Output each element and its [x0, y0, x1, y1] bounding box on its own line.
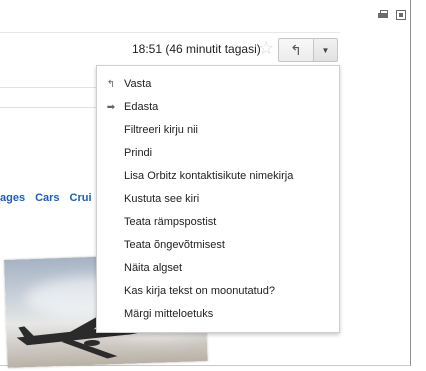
menu-item-report-phishing[interactable]: Teata õngevõtmisest [97, 234, 339, 257]
nav-link-cars[interactable]: Cars [35, 192, 59, 204]
menu-item-add-contact[interactable]: Lisa Orbitz kontaktisikute nimekirja [97, 165, 339, 188]
menu-item-filter[interactable]: Filtreeri kirju nii [97, 119, 339, 142]
menu-item-label: Prindi [124, 147, 153, 159]
menu-item-label: Lisa Orbitz kontaktisikute nimekirja [124, 170, 294, 182]
menu-item-label: Märgi mitteloetuks [124, 308, 214, 320]
divider [0, 87, 96, 88]
new-window-icon[interactable] [396, 10, 406, 20]
menu-item-label: Teata õngevõtmisest [124, 239, 225, 251]
menu-item-delete[interactable]: Kustuta see kiri [97, 188, 339, 211]
menu-item-label: Kas kirja tekst on moonutatud? [124, 285, 276, 297]
forward-icon: ➡ [106, 102, 116, 113]
reply-button[interactable]: ↰ [278, 38, 314, 62]
menu-item-mark-unread[interactable]: Märgi mitteloetuks [97, 303, 339, 326]
divider [0, 32, 340, 33]
chevron-down-icon: ▼ [321, 45, 330, 55]
more-actions-button[interactable]: ▼ [314, 38, 338, 62]
message-timestamp: 18:51 (46 minutit tagasi) [132, 42, 261, 56]
top-toolbar [378, 10, 406, 20]
print-icon[interactable] [378, 10, 388, 19]
menu-item-label: Filtreeri kirju nii [124, 124, 198, 136]
menu-item-label: Kustuta see kiri [124, 193, 200, 205]
menu-item-show-original[interactable]: Näita algset [97, 257, 339, 280]
menu-item-label: Vasta [124, 78, 152, 90]
message-actions-menu: ↰ Vasta ➡ Edasta Filtreeri kirju nii Pri… [96, 65, 340, 333]
reply-icon: ↰ [290, 41, 302, 58]
menu-item-label: Teata rämpspostist [124, 216, 217, 228]
menu-item-label: Edasta [124, 101, 159, 113]
menu-item-reply[interactable]: ↰ Vasta [97, 73, 339, 96]
reply-icon: ↰ [106, 79, 116, 90]
nav-link-cruises[interactable]: Crui [70, 192, 92, 204]
menu-item-label: Näita algset [124, 262, 183, 274]
menu-item-report-spam[interactable]: Teata rämpspostist [97, 211, 339, 234]
star-icon[interactable]: ☆ [258, 37, 274, 59]
divider [0, 107, 96, 108]
email-nav-bar: ages Cars Crui [0, 186, 96, 210]
menu-item-forward[interactable]: ➡ Edasta [97, 96, 339, 119]
menu-item-garbled-text[interactable]: Kas kirja tekst on moonutatud? [97, 280, 339, 303]
menu-item-print[interactable]: Prindi [97, 142, 339, 165]
nav-link[interactable]: ages [0, 192, 25, 204]
